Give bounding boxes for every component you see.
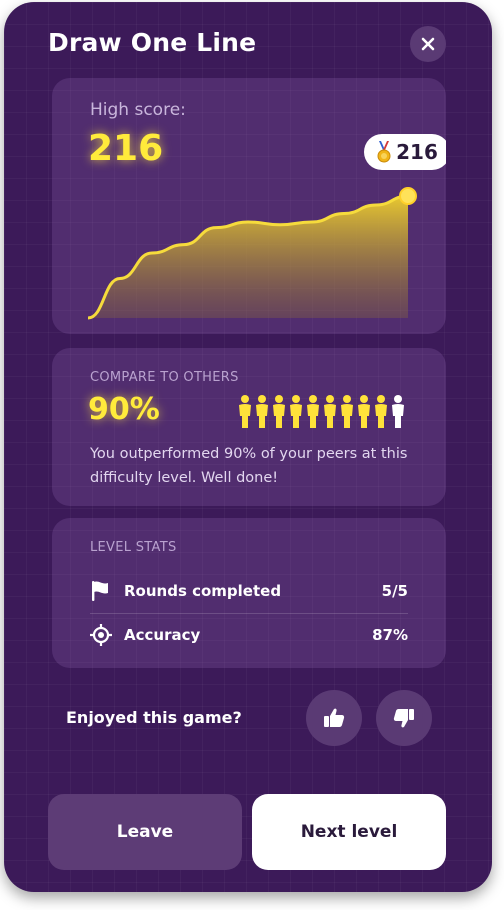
stat-label: Rounds completed (124, 582, 282, 600)
chart-area (88, 196, 408, 318)
thumbs-down-icon (393, 709, 414, 728)
medal-icon (377, 141, 391, 163)
person-icon-highlighted (341, 395, 353, 428)
level-stats-card: LEVEL STATS Rounds completed 5/5 Accurac… (52, 518, 446, 668)
stat-row-rounds: Rounds completed 5/5 (90, 576, 408, 606)
person-icon-highlighted (307, 395, 319, 428)
thumbs-up-icon (324, 708, 345, 727)
compare-card: COMPARE TO OTHERS 90% You outperformed 9… (52, 348, 446, 506)
page-title: Draw One Line (48, 28, 257, 57)
score-badge: 216 (364, 134, 446, 170)
thumbs-up-button[interactable] (306, 690, 362, 746)
target-icon (90, 624, 112, 646)
level-stats-label: LEVEL STATS (90, 540, 177, 555)
thumbs-down-button[interactable] (376, 690, 432, 746)
stat-label: Accuracy (124, 626, 201, 644)
leave-button[interactable]: Leave (48, 794, 242, 870)
people-icons (239, 395, 404, 428)
person-icon-highlighted (324, 395, 336, 428)
chart-point (399, 187, 417, 205)
high-score-value: 216 (88, 128, 164, 169)
close-button[interactable] (410, 26, 446, 62)
next-level-button[interactable]: Next level (252, 794, 446, 870)
compare-description: You outperformed 90% of your peers at th… (90, 446, 408, 486)
game-result-panel: Draw One Line High score: 216 216 COMPAR… (4, 2, 492, 892)
person-icon (392, 395, 404, 428)
score-badge-value: 216 (396, 140, 438, 164)
person-icon-highlighted (239, 395, 251, 428)
high-score-label: High score: (90, 100, 186, 120)
stat-value: 87% (372, 626, 408, 644)
person-icon-highlighted (256, 395, 268, 428)
person-icon-highlighted (358, 395, 370, 428)
high-score-card: High score: 216 216 (52, 78, 446, 334)
feedback-prompt: Enjoyed this game? (66, 708, 242, 727)
stat-value: 5/5 (381, 582, 408, 600)
close-icon (421, 37, 435, 51)
stat-row-accuracy: Accuracy 87% (90, 620, 408, 650)
person-icon-highlighted (290, 395, 302, 428)
compare-percent: 90% (88, 392, 160, 427)
person-icon-highlighted (375, 395, 387, 428)
compare-label: COMPARE TO OTHERS (90, 370, 239, 385)
flag-icon (92, 581, 108, 601)
person-icon-highlighted (273, 395, 285, 428)
divider (90, 613, 408, 614)
